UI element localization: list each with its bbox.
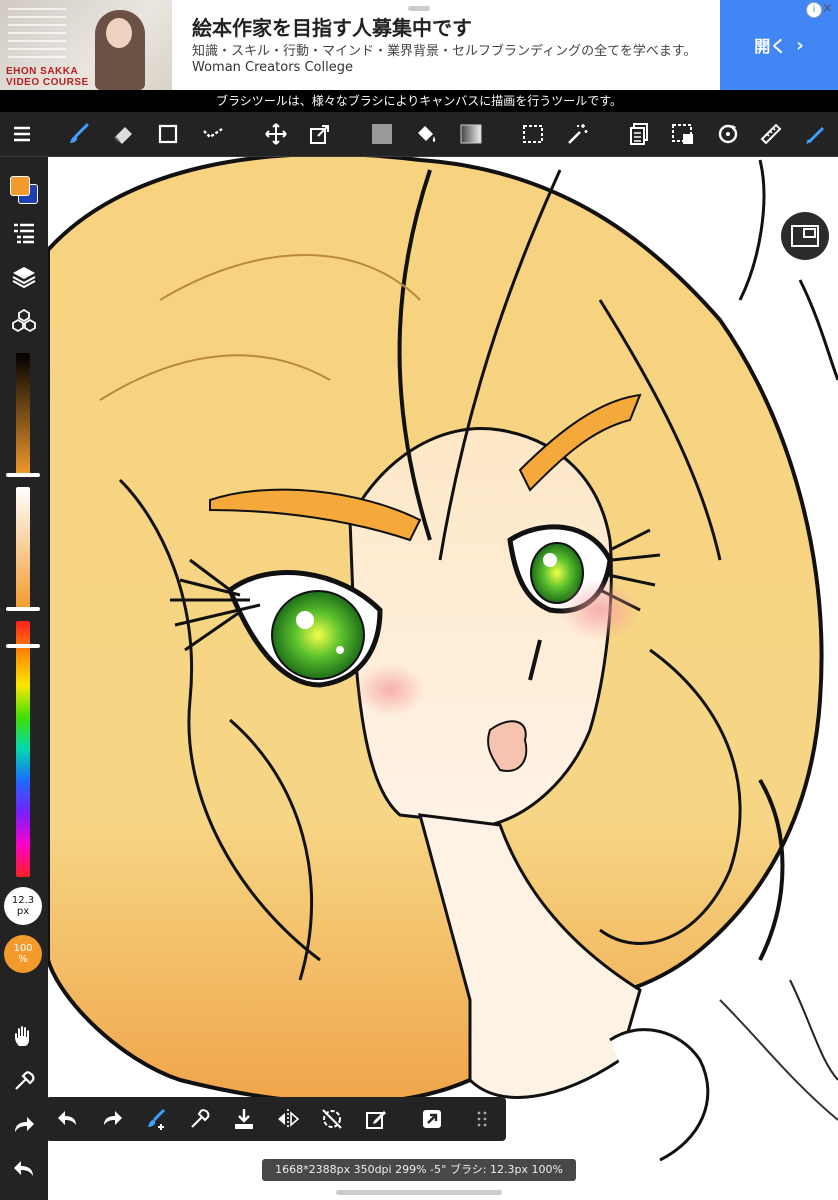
grid-menu-icon[interactable] — [468, 1105, 496, 1133]
edit-icon[interactable] — [362, 1105, 390, 1133]
tool-tooltip: ブラシツールは、様々なブラシによりキャンバスに描画を行うツールです。 — [0, 90, 838, 112]
layer-list-icon[interactable] — [9, 218, 39, 248]
color-swatch[interactable] — [10, 176, 38, 204]
ad-close-icon[interactable]: × — [822, 1, 833, 16]
status-bar: 1668*2388px 350dpi 299% -5° ブラシ: 12.3px … — [262, 1159, 576, 1181]
brush-icon[interactable] — [64, 119, 94, 149]
view-toggle-button[interactable] — [781, 212, 829, 260]
ad-banner[interactable]: EHON SAKKA VIDEO COURSE 絵本作家を目指す人募集中です 知… — [0, 0, 838, 90]
brush-opacity-unit: % — [18, 954, 28, 965]
window-icon — [791, 225, 819, 247]
value-slider-knob[interactable] — [6, 473, 40, 477]
home-indicator[interactable] — [336, 1190, 502, 1195]
ad-brand: Woman Creators College — [192, 60, 353, 75]
fill-rect-icon[interactable] — [367, 119, 397, 149]
ad-description: 知識・スキル・行動・マインド・業界背景・セルフブランディングの全てを学べます。 — [192, 44, 697, 59]
saturation-slider[interactable] — [16, 487, 30, 609]
layers-icon[interactable] — [9, 262, 39, 292]
ad-info-icon[interactable]: i — [806, 2, 822, 18]
ad-title[interactable]: 絵本作家を目指す人募集中です — [192, 12, 472, 41]
materials-icon[interactable] — [9, 306, 39, 336]
hue-slider-knob[interactable] — [6, 644, 40, 648]
gradient-icon[interactable] — [456, 119, 486, 149]
ad-thumbnail-tag: EHON SAKKA — [6, 66, 79, 77]
redo-icon[interactable] — [98, 1105, 126, 1133]
pen-active-icon[interactable] — [800, 119, 830, 149]
dot-icon[interactable] — [198, 119, 228, 149]
saturation-slider-knob[interactable] — [6, 607, 40, 611]
transform-icon[interactable] — [305, 119, 335, 149]
brush-size-indicator[interactable]: 12.3 px — [4, 887, 42, 925]
ruler-icon[interactable] — [756, 119, 786, 149]
ad-thumbnail-face — [106, 18, 132, 48]
left-sidebar: 12.3 px 100 % — [0, 157, 48, 1200]
rotate-icon[interactable] — [713, 119, 743, 149]
magic-wand-icon[interactable] — [562, 119, 592, 149]
ad-thumbnail-text-lines — [8, 8, 66, 58]
primary-color[interactable] — [10, 176, 30, 196]
eyedropper-icon[interactable] — [186, 1105, 214, 1133]
brush-opacity-indicator[interactable]: 100 % — [4, 935, 42, 973]
eraser-icon[interactable] — [109, 119, 139, 149]
share-icon[interactable] — [418, 1105, 446, 1133]
eyedropper-side-icon[interactable] — [9, 1066, 39, 1096]
undo-icon[interactable] — [54, 1105, 82, 1133]
layer-panel-icon[interactable] — [624, 119, 654, 149]
ad-open-label: 開く — [754, 37, 787, 56]
brush-settings-icon[interactable] — [142, 1105, 170, 1133]
bottom-toolbar — [46, 1097, 506, 1141]
menu-icon[interactable] — [7, 119, 37, 149]
ad-thumbnail[interactable]: EHON SAKKA VIDEO COURSE — [0, 0, 172, 90]
flip-icon[interactable] — [274, 1105, 302, 1133]
brush-size-value: 12.3 — [11, 895, 35, 906]
artwork — [48, 157, 838, 1162]
ad-drag-handle — [408, 6, 430, 11]
brush-opacity-value: 100 — [13, 943, 33, 954]
hue-slider[interactable] — [16, 621, 30, 877]
value-slider[interactable] — [16, 353, 30, 475]
import-icon[interactable] — [230, 1105, 258, 1133]
top-toolbar — [0, 112, 838, 157]
chevron-right-icon: › — [796, 34, 804, 56]
brush-size-unit: px — [16, 906, 30, 917]
rotate-reset-icon[interactable] — [318, 1105, 346, 1133]
hand-icon[interactable] — [9, 1022, 39, 1052]
shape-icon[interactable] — [153, 119, 183, 149]
undo-side-icon[interactable] — [9, 1154, 39, 1184]
select-layer-icon[interactable] — [668, 119, 698, 149]
move-icon[interactable] — [261, 119, 291, 149]
ad-thumbnail-tag-2: VIDEO COURSE — [6, 77, 89, 88]
redo-side-icon[interactable] — [9, 1110, 39, 1140]
bucket-icon[interactable] — [411, 119, 441, 149]
drawing-canvas[interactable] — [48, 157, 838, 1200]
select-icon[interactable] — [518, 119, 548, 149]
